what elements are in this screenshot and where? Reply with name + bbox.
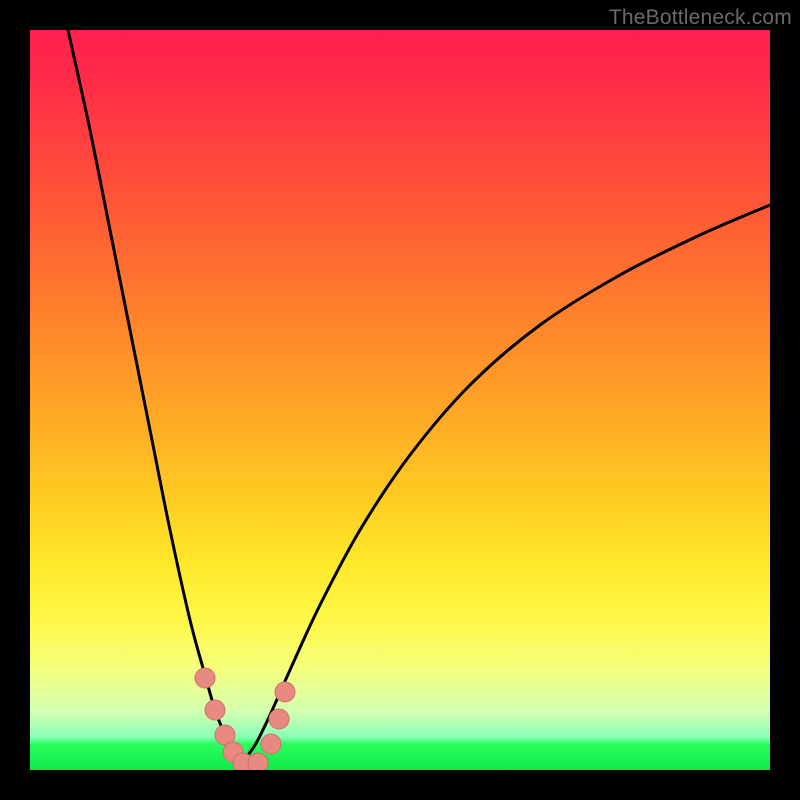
highlight-dots xyxy=(195,668,295,770)
curve-layer xyxy=(30,30,770,770)
highlight-dot xyxy=(195,668,215,688)
plot-area xyxy=(30,30,770,770)
highlight-dot xyxy=(269,709,289,729)
watermark-text: TheBottleneck.com xyxy=(609,6,792,30)
chart-frame: TheBottleneck.com xyxy=(0,0,800,800)
curve-left-branch xyxy=(68,30,240,765)
highlight-dot xyxy=(261,734,281,754)
highlight-dot xyxy=(275,682,295,702)
highlight-dot xyxy=(248,753,268,770)
highlight-dot xyxy=(205,700,225,720)
curve-right-branch xyxy=(240,205,770,765)
